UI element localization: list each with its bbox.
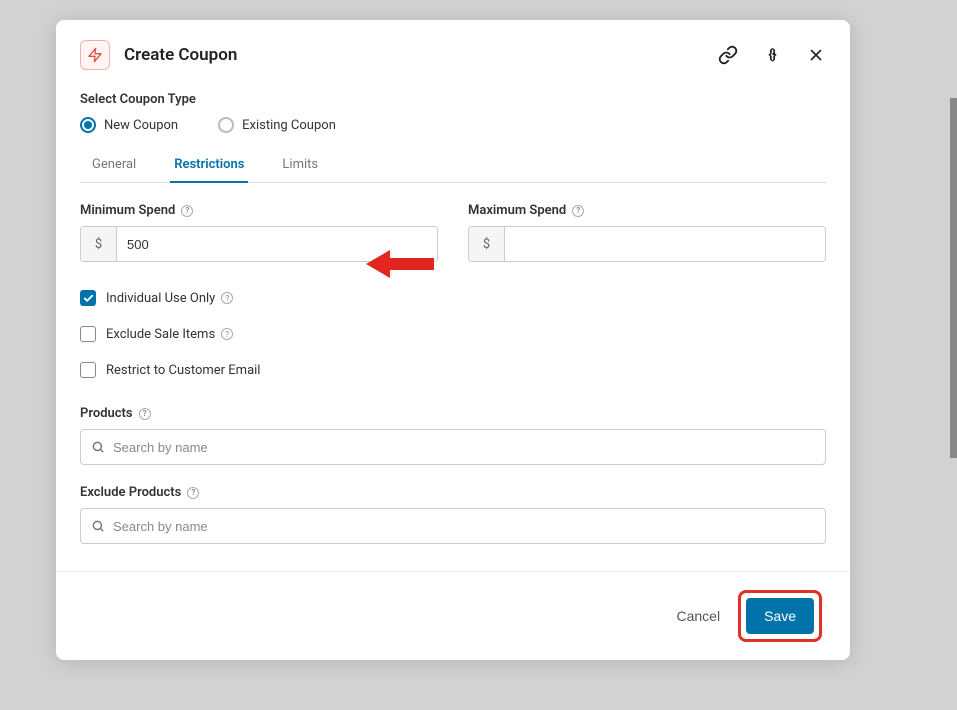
search-icon <box>91 519 105 533</box>
help-icon[interactable]: ? <box>572 205 584 217</box>
minimum-spend-input[interactable] <box>117 227 437 261</box>
help-icon[interactable]: ? <box>187 487 199 499</box>
exclude-sale-checkbox[interactable] <box>80 326 96 342</box>
restrict-email-row: Restrict to Customer Email <box>80 362 826 378</box>
radio-indicator <box>80 117 96 133</box>
exclude-sale-row: Exclude Sale Items ? <box>80 326 826 342</box>
maximum-spend-field: Maximum Spend ? $ <box>468 203 826 262</box>
form-restrictions: Minimum Spend ? $ Maximum Spend ? $ <box>80 183 826 571</box>
exclude-sale-label: Exclude Sale Items <box>106 327 215 342</box>
minimum-spend-input-group: $ <box>80 226 438 262</box>
tab-general[interactable]: General <box>88 149 140 182</box>
cancel-button[interactable]: Cancel <box>676 608 720 624</box>
help-icon[interactable]: ? <box>221 328 233 340</box>
radio-new-coupon[interactable]: New Coupon <box>80 117 178 133</box>
save-button[interactable]: Save <box>746 598 814 634</box>
radio-label: New Coupon <box>104 118 178 133</box>
modal-body: Select Coupon Type New Coupon Existing C… <box>56 80 850 571</box>
tab-limits[interactable]: Limits <box>278 149 322 182</box>
scrollbar[interactable] <box>950 98 957 458</box>
products-search-group <box>80 429 826 465</box>
close-icon[interactable] <box>806 45 826 65</box>
exclude-products-search-input[interactable] <box>113 519 815 534</box>
individual-use-checkbox[interactable] <box>80 290 96 306</box>
individual-use-label: Individual Use Only <box>106 291 215 306</box>
radio-label: Existing Coupon <box>242 118 336 133</box>
save-button-highlight: Save <box>738 590 822 642</box>
link-icon[interactable] <box>718 45 738 65</box>
tab-restrictions[interactable]: Restrictions <box>170 149 248 182</box>
products-search-input[interactable] <box>113 440 815 455</box>
minimum-spend-field: Minimum Spend ? $ <box>80 203 438 262</box>
products-label: Products <box>80 406 133 421</box>
search-icon <box>91 440 105 454</box>
radio-indicator <box>218 117 234 133</box>
radio-existing-coupon[interactable]: Existing Coupon <box>218 117 336 133</box>
code-braces-icon[interactable]: {•••} <box>762 45 782 65</box>
help-icon[interactable]: ? <box>221 292 233 304</box>
minimum-spend-label: Minimum Spend <box>80 203 175 218</box>
exclude-products-label: Exclude Products <box>80 485 181 500</box>
maximum-spend-label: Maximum Spend <box>468 203 566 218</box>
help-icon[interactable]: ? <box>181 205 193 217</box>
maximum-spend-input-group: $ <box>468 226 826 262</box>
maximum-spend-input[interactable] <box>505 227 825 261</box>
modal-footer: Cancel Save <box>56 571 850 660</box>
modal-header: Create Coupon {•••} <box>56 20 850 80</box>
exclude-products-search-group <box>80 508 826 544</box>
coupon-type-label: Select Coupon Type <box>80 92 826 107</box>
header-right: {•••} <box>718 45 826 65</box>
individual-use-row: Individual Use Only ? <box>80 290 826 306</box>
restrict-email-checkbox[interactable] <box>80 362 96 378</box>
create-coupon-modal: Create Coupon {•••} Select Coupon Type N… <box>56 20 850 660</box>
header-left: Create Coupon <box>80 40 237 70</box>
help-icon[interactable]: ? <box>139 408 151 420</box>
tabs: General Restrictions Limits <box>80 149 826 183</box>
restrict-email-label: Restrict to Customer Email <box>106 363 260 378</box>
currency-prefix: $ <box>469 227 505 261</box>
app-icon <box>80 40 110 70</box>
modal-title: Create Coupon <box>124 45 237 65</box>
currency-prefix: $ <box>81 227 117 261</box>
coupon-type-radio-group: New Coupon Existing Coupon <box>80 117 826 133</box>
